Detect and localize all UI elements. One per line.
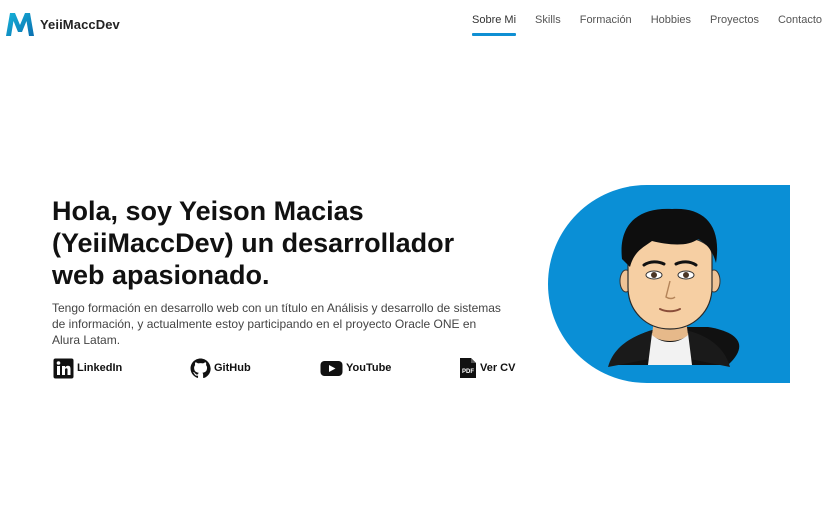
brand-logo[interactable]: YeiiMaccDev xyxy=(4,10,120,38)
linkedin-label: LinkedIn xyxy=(77,362,123,374)
hero-description: Tengo formación en desarrollo web con un… xyxy=(52,301,501,347)
nav-item-proyectos[interactable]: Proyectos xyxy=(710,14,759,36)
youtube-link[interactable]: YouTube xyxy=(320,357,391,379)
nav-item-sobre-mi[interactable]: Sobre Mi xyxy=(472,14,517,36)
main-nav: Sobre Mi Skills Formación Hobbies Proyec… xyxy=(453,14,822,36)
cv-link[interactable]: PDF Ver CV xyxy=(459,357,515,379)
brand-name: YeiiMaccDev xyxy=(40,16,120,32)
youtube-label: YouTube xyxy=(346,362,392,374)
logo-mark-icon xyxy=(6,13,34,36)
github-label: GitHub xyxy=(214,362,251,374)
github-icon xyxy=(190,357,211,379)
nav-item-contacto[interactable]: Contacto xyxy=(778,14,822,36)
hero-title: Hola, soy Yeison Macias (YeiiMaccDev) un… xyxy=(52,196,455,290)
nav-item-skills[interactable]: Skills xyxy=(535,14,561,36)
cv-label: Ver CV xyxy=(480,362,516,374)
github-link[interactable]: GitHub xyxy=(190,357,251,379)
linkedin-link[interactable]: LinkedIn xyxy=(53,357,122,379)
nav-item-hobbies[interactable]: Hobbies xyxy=(651,14,691,36)
svg-text:PDF: PDF xyxy=(462,369,474,375)
pdf-icon: PDF xyxy=(459,357,477,379)
linkedin-icon xyxy=(53,358,74,379)
social-links: LinkedIn GitHub YouTube PDF Ver CV xyxy=(53,357,523,379)
site-header: YeiiMaccDev Sobre Mi Skills Formación Ho… xyxy=(0,0,832,44)
avatar-illustration xyxy=(608,208,740,367)
avatar-panel xyxy=(548,185,790,383)
nav-item-formacion[interactable]: Formación xyxy=(580,14,632,36)
youtube-icon xyxy=(320,359,343,378)
